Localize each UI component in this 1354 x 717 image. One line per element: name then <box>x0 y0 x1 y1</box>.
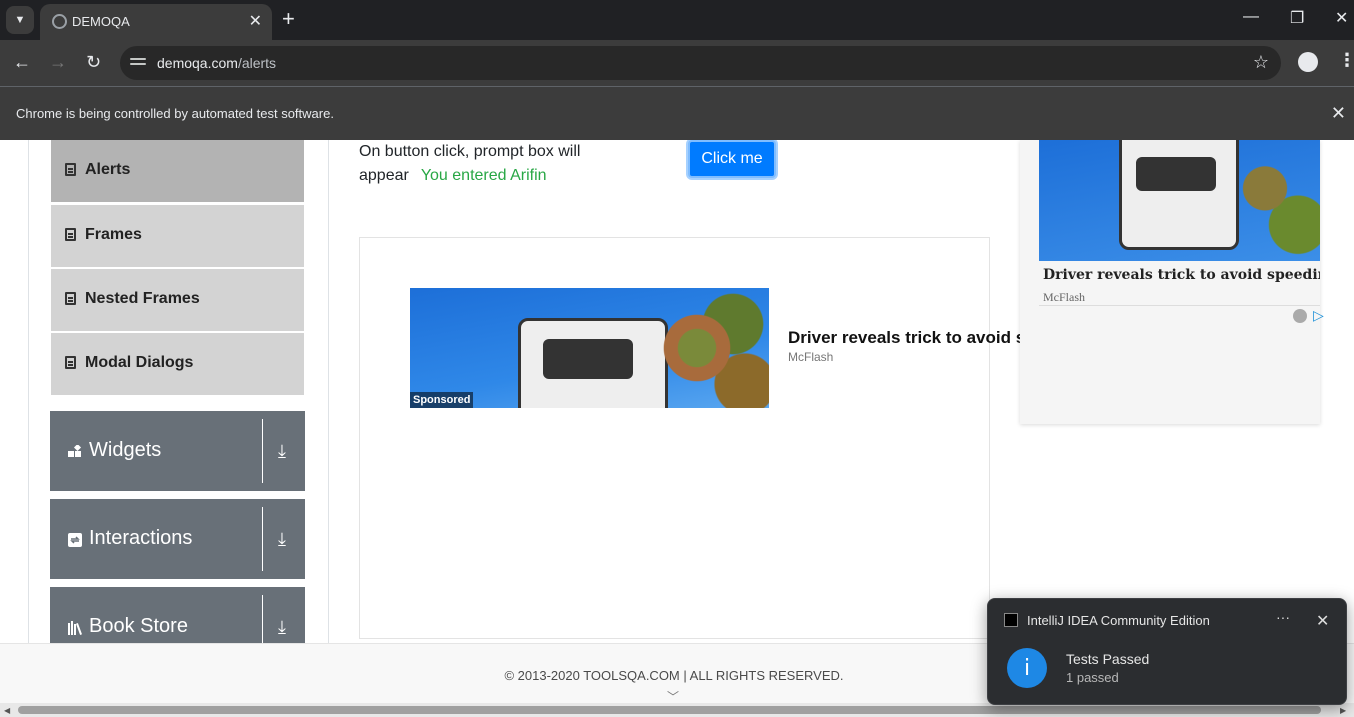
browser-tab-bar: ▼ DEMOQA ✕ + — ❐ ✕ <box>0 0 1354 40</box>
browser-toolbar: ← → ↻ demoqa.com/alerts ☆ <box>0 40 1354 86</box>
sidebar-item-modal-dialogs[interactable]: Modal Dialogs <box>51 333 304 395</box>
window-close-icon[interactable]: ✕ <box>1335 8 1348 28</box>
infobar-text: Chrome is being controlled by automated … <box>16 106 334 121</box>
group-label: Book Store <box>89 615 188 637</box>
html5-icon <box>65 356 76 369</box>
side-ad[interactable]: Driver reveals trick to avoid speeding f… <box>1020 140 1320 424</box>
adchoices-icon[interactable]: ▷ <box>1293 307 1324 324</box>
tab-title: DEMOQA <box>72 14 130 29</box>
sidebar-item-alerts[interactable]: Alerts <box>51 140 304 202</box>
notification-app-name: IntelliJ IDEA Community Edition <box>1027 613 1210 628</box>
sidebar-group-interactions[interactable]: Interactions ⤓ <box>50 499 305 579</box>
ad-image[interactable]: Sponsored <box>410 288 769 408</box>
forward-arrow-icon[interactable]: → <box>49 52 67 73</box>
notification-title: Tests Passed <box>1066 651 1150 667</box>
sidebar-group-widgets[interactable]: Widgets ⤓ <box>50 411 305 491</box>
scroll-left-icon[interactable]: ◀ <box>4 706 10 715</box>
bookmark-star-icon[interactable]: ☆ <box>1253 52 1269 73</box>
divider <box>328 140 329 643</box>
chevron-down-icon: ﹀ <box>667 690 680 703</box>
close-icon[interactable]: ✕ <box>1316 611 1329 631</box>
more-options-icon[interactable]: ··· <box>1276 609 1290 625</box>
info-icon: i <box>1007 648 1047 688</box>
speed-camera-image <box>518 318 668 408</box>
tab-list-chevron-icon[interactable]: ▼ <box>6 6 34 34</box>
html5-icon <box>65 292 76 305</box>
divider <box>28 140 29 643</box>
tree-image <box>1221 140 1320 261</box>
tab-close-icon[interactable]: ✕ <box>249 11 262 31</box>
back-arrow-icon[interactable]: ← <box>13 52 31 73</box>
url-text[interactable]: demoqa.com/alerts <box>157 55 276 71</box>
ad-headline[interactable]: Driver reveals trick to avoid sp <box>788 328 1020 348</box>
browser-menu-icon[interactable]: ⋮ <box>1338 50 1354 71</box>
divider <box>1039 305 1320 306</box>
interactions-icon <box>68 533 82 547</box>
download-arrow-icon[interactable]: ⤓ <box>278 617 286 638</box>
infobar-close-icon[interactable]: ✕ <box>1331 103 1346 124</box>
scrollbar-thumb[interactable] <box>18 706 1321 714</box>
profile-icon[interactable] <box>1298 52 1318 72</box>
sponsored-label: Sponsored <box>410 392 474 408</box>
reload-icon[interactable]: ↻ <box>86 52 101 73</box>
book-store-icon <box>68 621 82 635</box>
sidebar-item-frames[interactable]: Frames <box>51 205 304 267</box>
side-ad-headline[interactable]: Driver reveals trick to avoid speeding f… <box>1043 267 1320 283</box>
horizontal-scrollbar[interactable]: ◀ ▶ <box>0 703 1354 717</box>
side-ad-source: McFlash <box>1043 290 1085 304</box>
site-info-icon[interactable] <box>130 55 146 71</box>
sidebar-item-label: Frames <box>85 226 142 243</box>
divider <box>262 507 263 571</box>
address-bar[interactable]: demoqa.com/alerts ☆ <box>120 46 1281 80</box>
notification-toast[interactable]: IntelliJ IDEA Community Edition ··· ✕ i … <box>987 598 1347 705</box>
automation-infobar: Chrome is being controlled by automated … <box>0 86 1354 140</box>
group-label: Interactions <box>89 527 193 549</box>
intellij-icon <box>1004 613 1018 627</box>
download-arrow-icon[interactable]: ⤓ <box>278 441 286 462</box>
prompt-description: On button click, prompt box will appear Y… <box>359 143 581 184</box>
sidebar-item-label: Alerts <box>85 161 131 178</box>
sidebar-item-label: Nested Frames <box>85 290 200 307</box>
globe-icon <box>52 14 67 29</box>
download-arrow-icon[interactable]: ⤓ <box>278 529 286 550</box>
restore-icon[interactable]: ❐ <box>1290 8 1304 28</box>
prompt-button[interactable]: Click me <box>688 140 776 178</box>
group-label: Widgets <box>89 439 162 461</box>
ad-source: McFlash <box>788 350 834 364</box>
scroll-right-icon[interactable]: ▶ <box>1340 706 1346 715</box>
browser-tab[interactable]: DEMOQA ✕ <box>40 4 272 40</box>
html5-icon <box>65 163 76 176</box>
minimize-icon[interactable]: — <box>1243 8 1259 26</box>
sidebar-item-nested-frames[interactable]: Nested Frames <box>51 269 304 331</box>
new-tab-icon[interactable]: + <box>282 8 295 30</box>
side-ad-image[interactable] <box>1039 140 1320 261</box>
sidebar-item-label: Modal Dialogs <box>85 354 194 371</box>
notification-message: 1 passed <box>1066 670 1119 685</box>
widgets-icon <box>68 445 82 457</box>
html5-icon <box>65 228 76 241</box>
divider <box>262 419 263 483</box>
prompt-result: You entered Arifin <box>420 167 547 184</box>
tree-image <box>649 288 769 408</box>
